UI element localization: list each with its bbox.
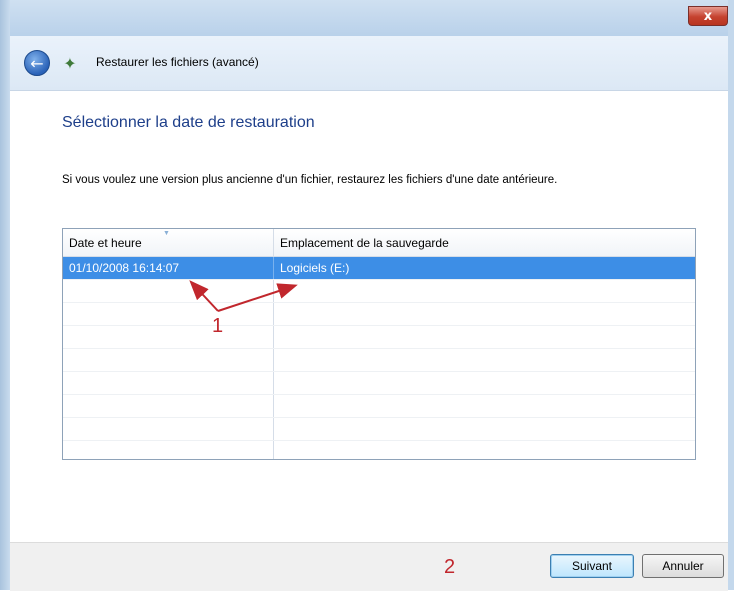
restore-date-table: ▼ Date et heure Emplacement de la sauveg… [62, 228, 696, 460]
cell-date: 01/10/2008 16:14:07 [69, 261, 180, 275]
empty-row [63, 441, 695, 459]
window-title: Restaurer les fichiers (avancé) [96, 55, 259, 69]
empty-row [63, 418, 695, 441]
instructions-text: Si vous voulez une version plus ancienne… [62, 174, 558, 186]
restore-window: x ← ✦ Restaurer les fichiers (avancé) Sé… [0, 0, 734, 591]
annotation-label-1: 1 [212, 315, 224, 337]
empty-row [63, 280, 695, 303]
empty-row [63, 395, 695, 418]
empty-row [63, 326, 695, 349]
empty-row [63, 372, 695, 395]
back-button[interactable]: ← [24, 50, 50, 76]
annotation-label-2: 2 [444, 556, 456, 578]
table-row[interactable]: 01/10/2008 16:14:07 Logiciels (E:) [63, 257, 695, 280]
sort-descending-icon: ▼ [163, 230, 170, 237]
column-header-date-label: Date et heure [69, 235, 142, 250]
page-heading: Sélectionner la date de restauration [62, 114, 315, 131]
empty-row [63, 303, 695, 326]
next-button[interactable]: Suivant [550, 554, 634, 578]
title-bar[interactable] [0, 0, 734, 36]
back-arrow-icon: ← [30, 53, 44, 73]
table-header: ▼ Date et heure Emplacement de la sauveg… [63, 229, 695, 257]
window-border-right [728, 0, 734, 590]
close-icon: x [703, 8, 713, 24]
navigation-bar: ← ✦ Restaurer les fichiers (avancé) [10, 36, 728, 91]
cancel-button[interactable]: Annuler [642, 554, 724, 578]
empty-row [63, 349, 695, 372]
restore-files-icon: ✦ [63, 53, 77, 73]
column-header-location-label: Emplacement de la sauvegarde [280, 235, 449, 250]
column-header-date[interactable]: ▼ Date et heure [63, 229, 273, 256]
cell-location: Logiciels (E:) [273, 257, 695, 279]
column-header-location[interactable]: Emplacement de la sauvegarde [273, 229, 695, 256]
close-button[interactable]: x [688, 6, 728, 26]
window-border-left [0, 0, 10, 590]
